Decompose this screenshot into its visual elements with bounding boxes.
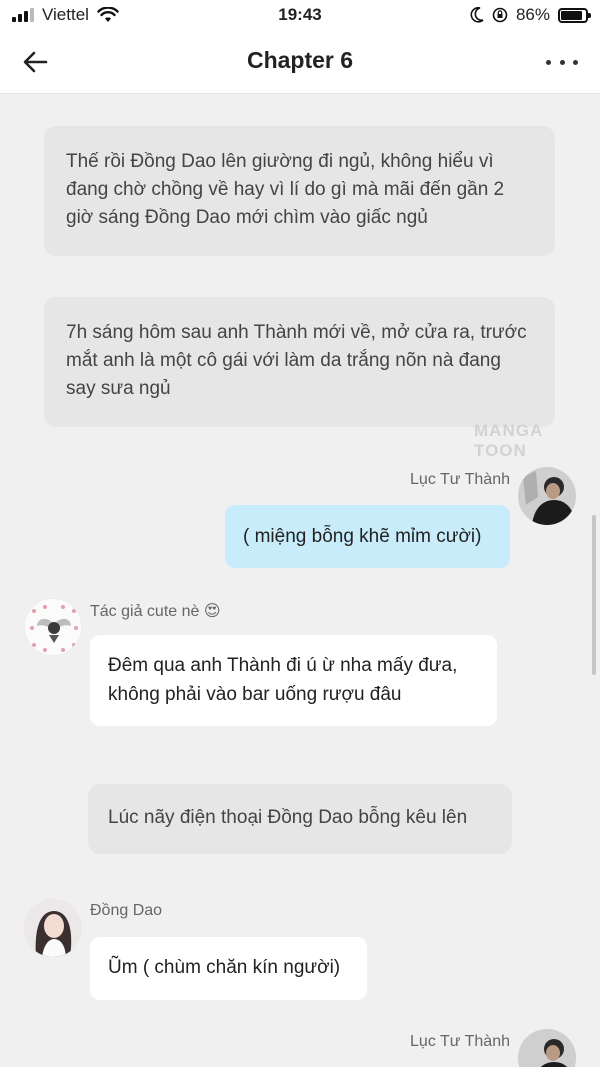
more-icon-dot [559,59,565,65]
moon-icon [470,7,484,23]
man-portrait-icon [518,1029,576,1067]
status-right: 86% [470,5,591,25]
scrollbar[interactable] [592,515,596,675]
sender-name: Lục Tư Thành [410,1033,510,1050]
avatar[interactable] [24,598,82,656]
message-bubble: ( miệng bỗng khẽ mỉm cười) [225,505,510,568]
status-bar: Viettel 19:43 86% [0,0,600,30]
battery-percent: 86% [515,5,550,24]
narration-block: Thế rồi Đồng Dao lên giường đi ngủ, khôn… [44,126,555,256]
rotation-lock-icon [492,7,508,23]
more-button[interactable] [546,52,578,72]
page-title: Chapter 6 [246,47,354,73]
battery-icon [558,7,591,23]
girl-portrait-icon [24,899,82,957]
sender-name: Đồng Dao [90,902,163,919]
narration-block: 7h sáng hôm sau anh Thành mới về, mở cửa… [44,297,555,427]
sender-name: Lục Tư Thành [410,471,510,488]
nav-bar: Chapter 6 [0,30,600,94]
battery-level [561,10,582,20]
avatar[interactable] [24,899,82,957]
man-portrait-icon [518,467,576,525]
more-icon-dot [573,59,578,65]
avatar[interactable] [518,467,576,525]
angel-icon [25,599,81,655]
chat-area[interactable]: Thế rồi Đồng Dao lên giường đi ngủ, khôn… [0,95,600,1067]
avatar[interactable] [518,1029,576,1067]
watermark: MANGA TOON [474,421,543,460]
message-bubble: Đêm qua anh Thành đi ú ừ nha mấy đưa, kh… [90,635,497,726]
more-icon-dot [546,59,551,65]
sender-name: Tác giả cute nè 😍 [90,603,221,620]
message-bubble: Ũm ( chùm chăn kín người) [90,937,367,1000]
narration-block: Lúc nãy điện thoại Đồng Dao bỗng kêu lên [88,784,512,854]
